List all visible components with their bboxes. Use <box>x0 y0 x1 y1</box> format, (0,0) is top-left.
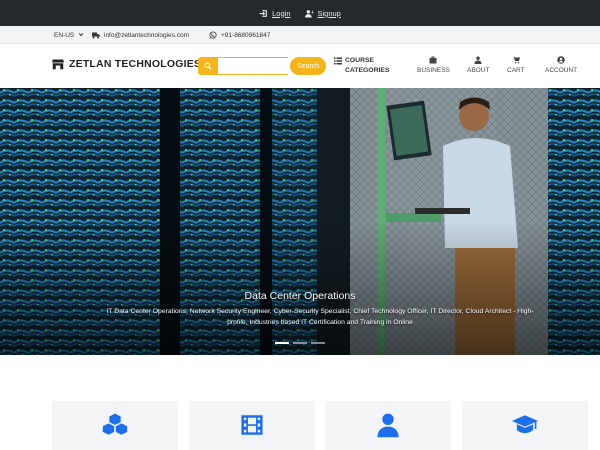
cubes-icon <box>102 413 128 435</box>
nav-account[interactable]: ACCOUNT <box>545 56 577 74</box>
user-plus-icon <box>304 9 314 17</box>
nav-account-label: ACCOUNT <box>545 67 578 74</box>
nav-about[interactable]: ABOUT <box>467 56 489 74</box>
hero-carousel[interactable]: Data Center Operations IT Data Center Op… <box>0 88 600 355</box>
carousel-indicator-2[interactable] <box>293 342 307 344</box>
brand-name: ZETLAN TECHNOLOGIES <box>69 58 202 70</box>
feature-card-1[interactable] <box>52 401 178 450</box>
chevron-down-icon <box>78 33 84 37</box>
nav-business[interactable]: BUSINESS <box>417 56 450 74</box>
hero-title: Data Center Operations <box>244 290 356 302</box>
phone-text: +91-8680961847 <box>221 31 271 39</box>
film-icon <box>241 415 263 435</box>
graduation-cap-icon <box>512 415 538 434</box>
language-label: EN-US <box>54 31 75 39</box>
feature-cards <box>0 355 600 450</box>
store-icon <box>52 59 64 70</box>
phone-contact[interactable]: +91-8680961847 <box>209 26 270 44</box>
account-icon <box>557 56 565 64</box>
hero-description: IT Data Center Operations, Network Secur… <box>106 308 534 326</box>
brand-logo[interactable]: ZETLAN TECHNOLOGIES <box>52 58 201 70</box>
sign-in-icon <box>259 9 268 17</box>
search-icon-box[interactable] <box>198 57 218 75</box>
login-link[interactable]: Login <box>259 8 291 18</box>
user-icon <box>377 413 399 438</box>
course-categories-line1: COURSE <box>345 57 375 64</box>
user-icon <box>474 56 482 64</box>
search-input[interactable] <box>218 57 288 75</box>
course-categories-line2: CATEGORIES <box>345 67 390 74</box>
nav-cart[interactable]: CART <box>507 56 525 74</box>
email-contact[interactable]: info@zetlantechnologies.com <box>92 26 189 44</box>
search-bar: Search <box>198 57 327 75</box>
feature-card-3[interactable] <box>325 401 451 450</box>
nav-about-label: ABOUT <box>467 67 490 74</box>
info-bar: EN-US info@zetlantechnologies.com +91-86… <box>0 26 600 44</box>
carousel-indicator-3[interactable] <box>311 342 325 344</box>
list-icon <box>334 57 342 65</box>
nav-business-label: BUSINESS <box>417 67 450 74</box>
main-header: ZETLAN TECHNOLOGIES Search COURSE CATEGO… <box>0 44 600 88</box>
truck-icon <box>92 32 100 39</box>
feature-card-4[interactable] <box>462 401 588 450</box>
cart-icon <box>511 56 520 64</box>
search-icon <box>204 62 212 70</box>
nav-cart-label: CART <box>507 67 525 74</box>
login-label: Login <box>272 8 291 18</box>
briefcase-icon <box>429 56 437 64</box>
course-categories-menu[interactable]: COURSE CATEGORIES <box>334 56 389 76</box>
top-bar: Login Signup <box>0 0 600 26</box>
email-text: info@zetlantechnologies.com <box>104 31 190 39</box>
carousel-indicator-1[interactable] <box>275 342 289 344</box>
signup-link[interactable]: Signup <box>304 8 341 18</box>
feature-card-2[interactable] <box>189 401 315 450</box>
carousel-indicators <box>0 342 600 344</box>
search-button[interactable]: Search <box>290 57 327 75</box>
signup-label: Signup <box>317 8 341 18</box>
language-select[interactable]: EN-US <box>54 26 84 44</box>
whatsapp-icon <box>209 31 217 39</box>
